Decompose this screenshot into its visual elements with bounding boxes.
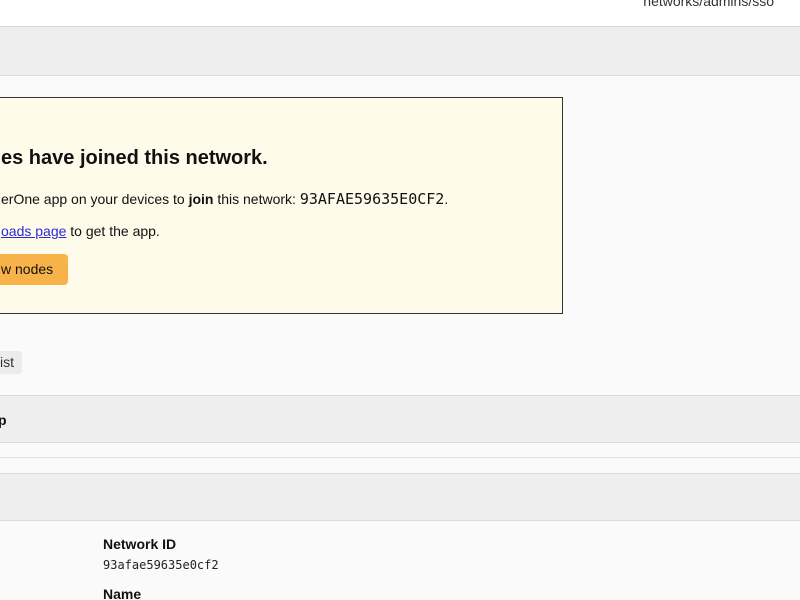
notice-network-id: 93AFAE59635E0CF2: [299, 190, 445, 208]
section-band[interactable]: p: [0, 395, 800, 443]
breadcrumb-path[interactable]: networks/admins/sso: [643, 0, 774, 9]
network-id-label: Network ID: [103, 536, 177, 552]
downloads-page-link[interactable]: oads page: [1, 223, 66, 239]
notice-download-instructions: oads page to get the app.: [1, 223, 160, 239]
no-members-notice: es have joined this network. erOne app o…: [0, 97, 563, 314]
list-chip[interactable]: ist: [0, 351, 22, 374]
notice-join-instructions: erOne app on your devices to join this n…: [1, 190, 448, 208]
name-label: Name: [103, 586, 142, 600]
notice-line1-prefix: erOne app on your devices to: [1, 191, 189, 207]
settings-band: [0, 473, 800, 521]
show-nodes-button[interactable]: w nodes: [0, 254, 69, 285]
notice-join-word: join: [188, 191, 214, 207]
notice-line1-suffix: .: [444, 191, 449, 207]
notice-line2-suffix: to get the app.: [66, 223, 160, 239]
notice-title: es have joined this network.: [1, 147, 268, 169]
page: networks/admins/sso es have joined this …: [0, 0, 800, 600]
network-id-value: 93afae59635e0cf2: [103, 558, 219, 572]
top-bar: networks/admins/sso: [0, 0, 800, 27]
notice-line1-middle: this network:: [213, 191, 300, 207]
section-band-label: p: [0, 412, 7, 428]
header-band: [0, 27, 800, 76]
divider: [0, 457, 800, 458]
